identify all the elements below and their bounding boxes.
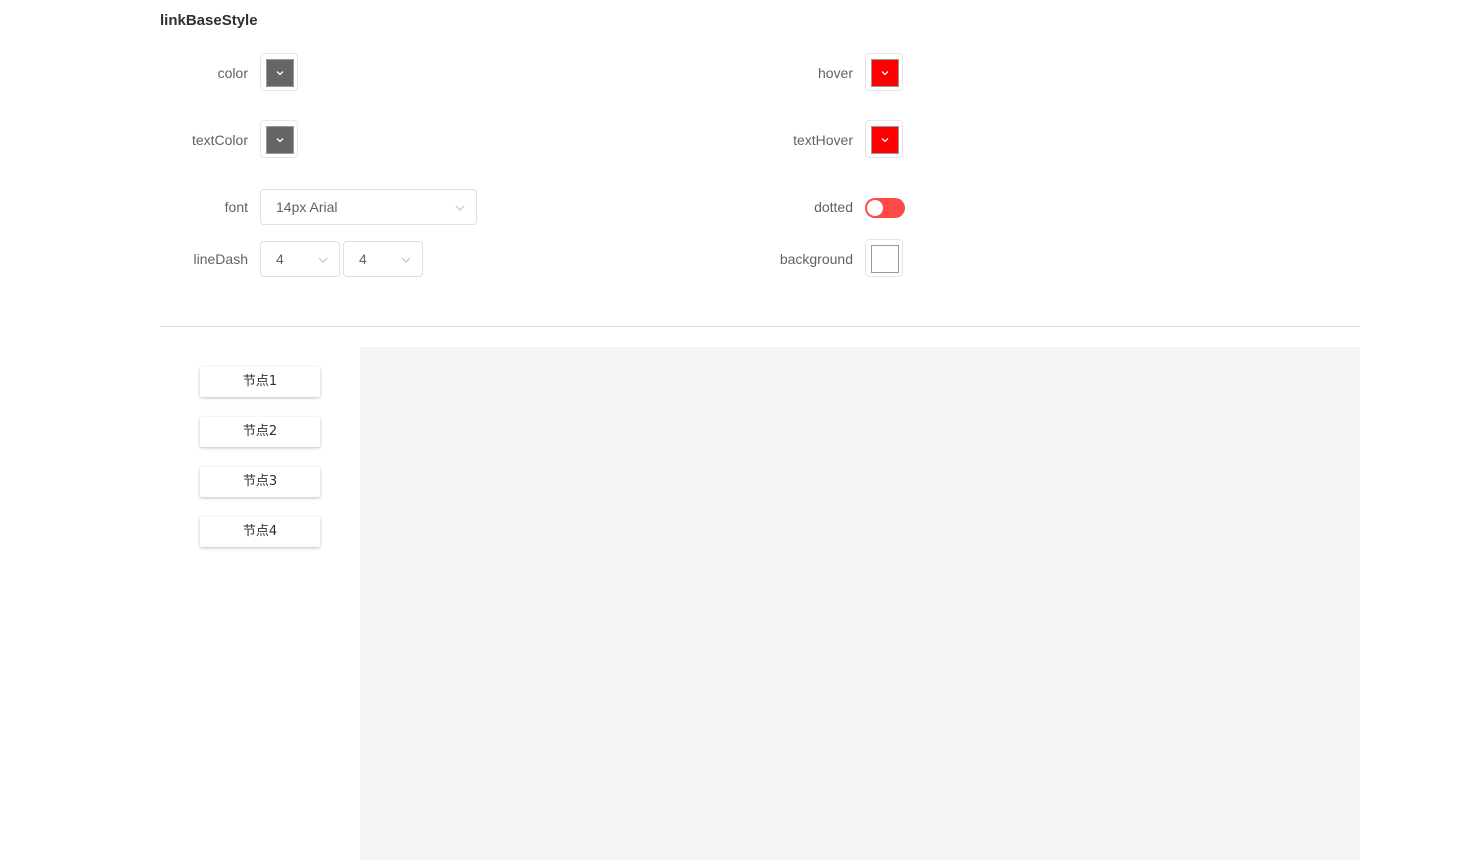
node-button-2[interactable]: 节点2	[200, 417, 320, 447]
section-title: linkBaseStyle	[160, 12, 258, 29]
text-hover-swatch	[871, 126, 899, 154]
graph-canvas[interactable]	[360, 347, 1360, 860]
text-hover-color-picker[interactable]	[865, 120, 903, 158]
chevron-down-icon	[276, 138, 284, 143]
link-style-page: linkBaseStyle color hover textColor text…	[0, 0, 1464, 860]
line-dash-select-1[interactable]: 4	[260, 241, 340, 277]
font-select-value: 14px Arial	[276, 199, 338, 215]
node-button-1[interactable]: 节点1	[200, 367, 320, 397]
font-select[interactable]: 14px Arial	[260, 189, 477, 225]
chevron-down-icon	[881, 71, 889, 76]
chevron-down-icon	[276, 71, 284, 76]
chevron-down-icon	[318, 257, 328, 263]
background-label: background	[779, 251, 853, 267]
text-color-picker[interactable]	[260, 120, 298, 158]
hover-swatch	[871, 59, 899, 87]
node-button-3[interactable]: 节点3	[200, 467, 320, 497]
chevron-down-icon	[401, 257, 411, 263]
node-button-4[interactable]: 节点4	[200, 517, 320, 547]
dotted-label: dotted	[814, 199, 853, 215]
hover-color-picker[interactable]	[865, 53, 903, 91]
background-color-picker[interactable]	[865, 239, 903, 277]
chevron-down-icon	[881, 138, 889, 143]
divider	[160, 326, 1360, 327]
background-swatch	[871, 245, 899, 273]
dotted-switch[interactable]	[865, 198, 905, 218]
line-dash-label: lineDash	[193, 251, 248, 267]
line-dash-value-2: 4	[359, 251, 367, 267]
line-dash-value-1: 4	[276, 251, 284, 267]
text-color-swatch	[266, 126, 294, 154]
text-hover-label: textHover	[793, 132, 853, 148]
color-label: color	[217, 65, 248, 81]
color-swatch	[266, 59, 294, 87]
line-dash-select-2[interactable]: 4	[343, 241, 423, 277]
chevron-down-icon	[455, 205, 465, 211]
text-color-label: textColor	[191, 132, 248, 148]
hover-label: hover	[817, 65, 853, 81]
switch-knob	[867, 200, 883, 216]
font-label: font	[224, 199, 248, 215]
color-picker[interactable]	[260, 53, 298, 91]
